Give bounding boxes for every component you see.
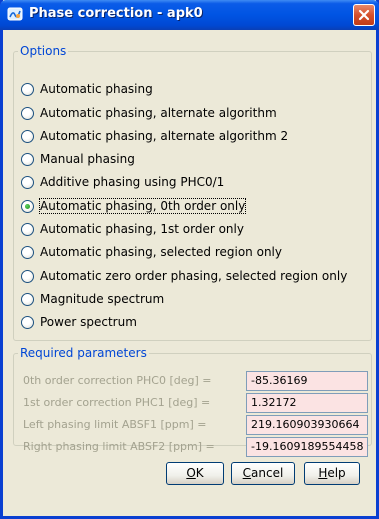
param-label: Left phasing limit ABSF1 [ppm] = [23,418,207,431]
radio-button[interactable] [21,152,34,166]
radio-label: Automatic zero order phasing, selected r… [40,269,348,283]
help-mnemonic: H [318,466,328,480]
radio-button[interactable] [21,292,34,306]
radio-button[interactable] [21,106,34,120]
radio-option[interactable]: Power spectrum [21,312,137,332]
param-label: 0th order correction PHC0 [deg] = [23,374,212,387]
ok-mnemonic: O [186,466,196,480]
close-icon [358,9,370,21]
absf1-input[interactable]: 219.160903930664 [246,415,368,435]
radio-button[interactable] [21,315,34,329]
radio-label: Power spectrum [40,315,137,329]
radio-label: Automatic phasing [40,82,153,96]
phc0-input[interactable]: -85.36169 [246,371,368,391]
radio-option[interactable]: Additive phasing using PHC0/1 [21,172,224,192]
radio-option[interactable]: Automatic zero order phasing, selected r… [21,266,347,286]
radio-label: Automatic phasing, alternate algorithm [40,106,277,120]
radio-label: Automatic phasing, alternate algorithm 2 [40,129,289,143]
title-bar[interactable]: Phase correction - apk0 [0,0,379,30]
radio-label: Additive phasing using PHC0/1 [40,175,225,189]
radio-option[interactable]: Automatic phasing, selected region only [21,242,282,262]
radio-option[interactable]: Magnitude spectrum [21,289,164,309]
radio-option[interactable]: Automatic phasing, 1st order only [21,219,244,239]
radio-label: Automatic phasing, 0th order only [38,198,247,214]
help-button[interactable]: Help [304,462,360,485]
radio-button[interactable] [21,82,34,96]
cancel-button[interactable]: Cancel [231,462,295,485]
params-legend: Required parameters [20,346,147,360]
radio-button[interactable] [21,269,34,283]
radio-option[interactable]: Automatic phasing, alternate algorithm [21,103,277,123]
radio-option-selected[interactable]: Automatic phasing, 0th order only [21,196,247,216]
radio-label: Automatic phasing, 1st order only [40,222,244,236]
radio-button[interactable] [21,129,34,143]
absf2-input[interactable]: -19.1609189554458 [246,437,368,457]
radio-label: Automatic phasing, selected region only [40,245,282,259]
cancel-mnemonic: C [242,466,252,480]
radio-label: Manual phasing [40,152,135,166]
radio-option[interactable]: Manual phasing [21,149,135,169]
ok-label: K [195,466,204,480]
radio-label: Magnitude spectrum [40,292,165,306]
param-label: Right phasing limit ABSF2 [ppm] = [23,440,215,453]
radio-button-selected[interactable] [21,199,34,213]
radio-button[interactable] [21,222,34,236]
radio-button[interactable] [21,175,34,189]
radio-button[interactable] [21,245,34,259]
window-title: Phase correction - apk0 [29,6,203,21]
dialog-window: Phase correction - apk0 Options Automati… [0,0,379,519]
app-icon [7,6,23,22]
phc1-input[interactable]: 1.32172 [246,393,368,413]
options-legend: Options [20,44,67,58]
ok-button[interactable]: OK [166,462,224,485]
cancel-label: ancel [251,466,284,480]
close-button[interactable] [353,4,375,26]
radio-option[interactable]: Automatic phasing, alternate algorithm 2 [21,126,288,146]
radio-option[interactable]: Automatic phasing [21,79,153,99]
param-label: 1st order correction PHC1 [deg] = [23,396,211,409]
help-label: elp [327,466,346,480]
